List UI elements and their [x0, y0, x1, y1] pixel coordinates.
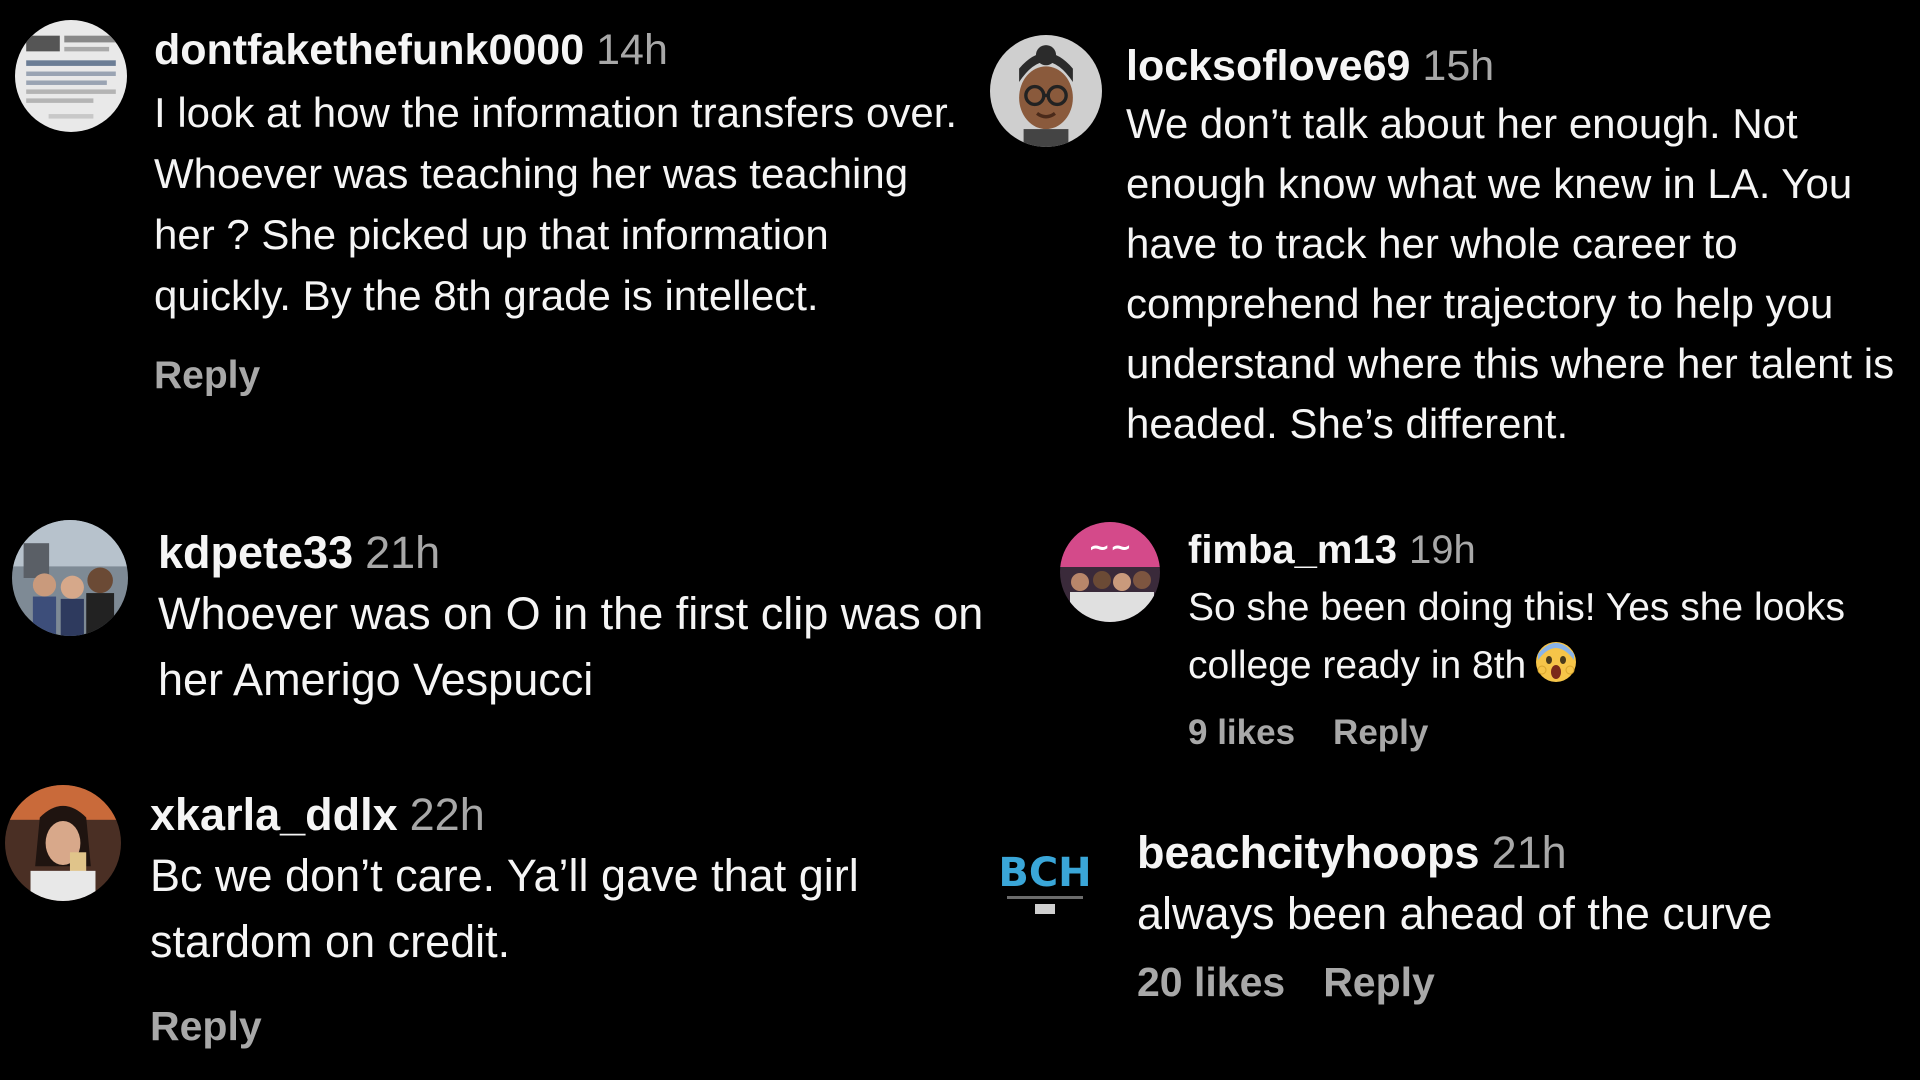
comment-actions: Reply — [154, 354, 974, 398]
comment-header: kdpete33 21h — [158, 525, 1038, 581]
comment-actions: 20 likes Reply — [1137, 959, 1917, 1006]
comment-actions: 9 likes Reply — [1188, 713, 1920, 753]
username[interactable]: fimba_m13 — [1188, 528, 1397, 572]
avatar[interactable] — [15, 20, 127, 132]
reply-button[interactable]: Reply — [1333, 713, 1428, 752]
portrait-photo-avatar-icon — [5, 785, 121, 901]
username[interactable]: beachcityhoops — [1137, 827, 1480, 878]
likes-count[interactable]: 20 likes — [1137, 959, 1285, 1005]
username[interactable]: xkarla_ddlx — [150, 789, 398, 840]
username[interactable]: kdpete33 — [158, 527, 353, 578]
logo-text: BCH — [998, 850, 1091, 896]
cartoon-avatar-with-glasses-icon — [990, 35, 1102, 147]
comment-text: Bc we don’t care. Ya’ll gave that girl s… — [150, 850, 859, 967]
comment-header: xkarla_ddlx 22h — [150, 787, 970, 843]
avatar[interactable] — [5, 785, 121, 901]
avatar[interactable] — [12, 520, 128, 636]
comment-header: dontfakethefunk0000 14h — [154, 24, 974, 76]
avatar[interactable]: BCH — [985, 838, 1105, 918]
timestamp: 14h — [596, 26, 668, 74]
timestamp: 21h — [365, 527, 441, 578]
reply-button[interactable]: Reply — [154, 354, 260, 397]
likes-count[interactable]: 9 likes — [1188, 713, 1295, 752]
comment-text: Whoever was on O in the first clip was o… — [158, 588, 984, 705]
timestamp: 21h — [1491, 827, 1567, 878]
comment-header: fimba_m13 19h — [1188, 525, 1920, 575]
reply-button[interactable]: Reply — [150, 1003, 262, 1049]
reply-button[interactable]: Reply — [1323, 959, 1435, 1005]
comment-text: I look at how the information transfers … — [154, 89, 958, 319]
timestamp: 19h — [1408, 528, 1476, 572]
comment-actions: Reply — [150, 1003, 970, 1050]
comment-header: beachcityhoops 21h — [1137, 825, 1917, 881]
face-screaming-emoji-icon — [1534, 640, 1578, 701]
timestamp: 15h — [1422, 42, 1495, 90]
username[interactable]: locksoflove69 — [1126, 42, 1410, 90]
comment-text-content: So she been doing this! Yes she looks co… — [1188, 586, 1845, 687]
group-photo-avatar-icon: ~~ — [1060, 522, 1160, 622]
comment-text: always been ahead of the curve — [1137, 888, 1773, 939]
bch-logo-avatar-icon: BCH — [985, 838, 1105, 918]
svg-text:~~: ~~ — [1088, 533, 1132, 563]
timestamp: 22h — [409, 789, 485, 840]
comment-text: So she been doing this! Yes she looks co… — [1188, 579, 1920, 701]
comment-header: locksoflove69 15h — [1126, 40, 1920, 92]
group-photo-avatar-icon — [12, 520, 128, 636]
comment-text: We don’t talk about her enough. Not enou… — [1126, 100, 1895, 447]
avatar[interactable]: ~~ — [1060, 522, 1160, 622]
avatar[interactable] — [990, 35, 1102, 147]
news-headline-avatar-icon — [15, 20, 127, 132]
username[interactable]: dontfakethefunk0000 — [154, 26, 584, 74]
